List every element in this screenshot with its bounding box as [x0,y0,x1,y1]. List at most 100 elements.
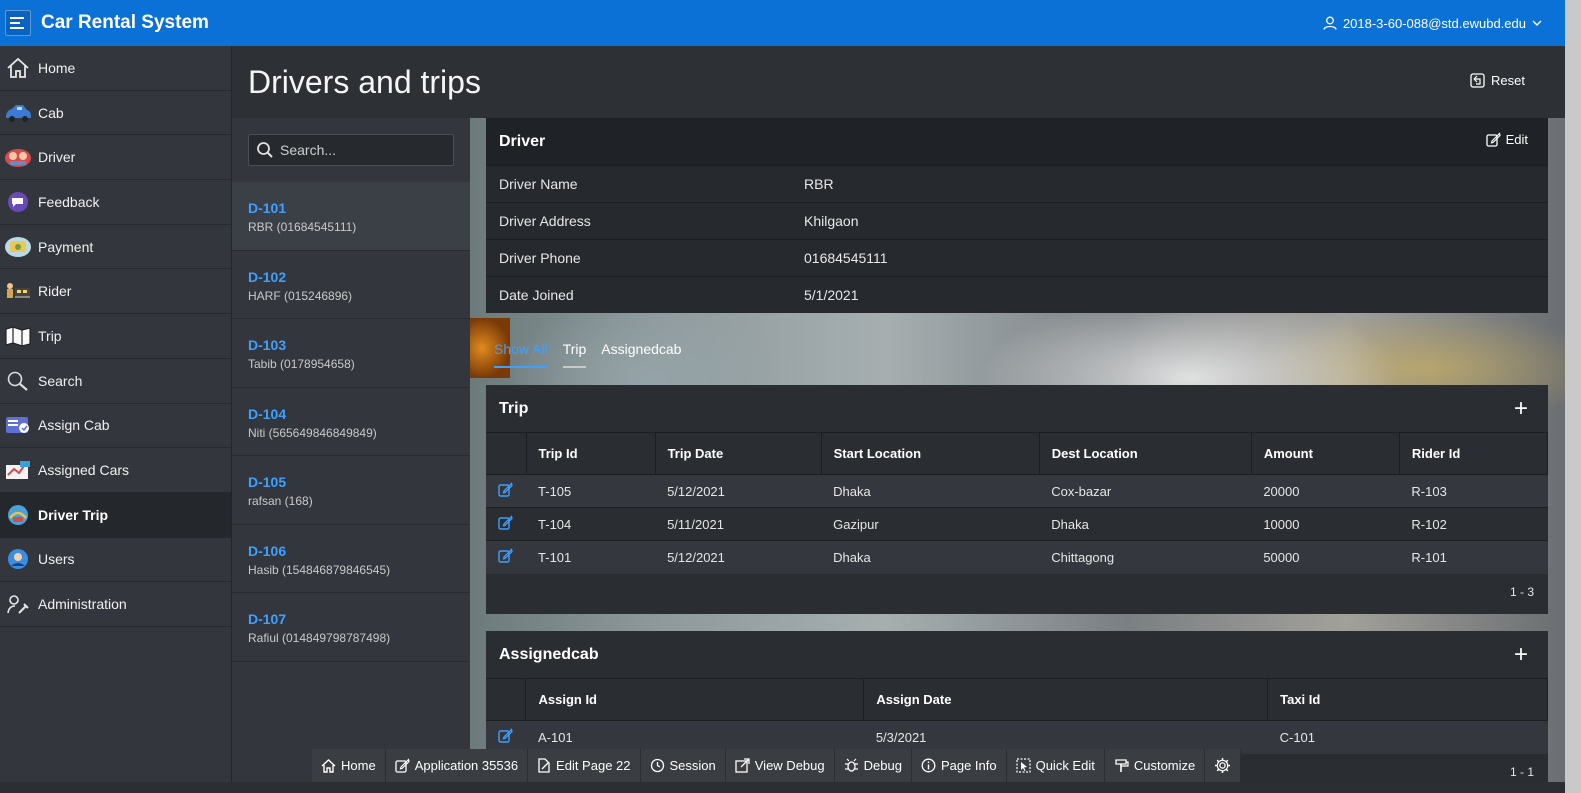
devbar-item-customize[interactable]: Customize [1105,749,1206,782]
reset-button[interactable]: Reset [1470,73,1525,88]
devbar-item-quick-edit[interactable]: Quick Edit [1007,749,1105,782]
driver-list-item[interactable]: D-105 rafsan (168) [232,456,470,525]
sidebar-item-assign-cab[interactable]: Assign Cab [0,404,231,449]
devbar-settings-button[interactable] [1205,749,1242,782]
users-icon [3,546,33,572]
driver-code[interactable]: D-102 [248,269,470,285]
devbar-item-label: Session [669,758,716,773]
search-field[interactable] [248,134,454,166]
search-input[interactable] [280,142,450,158]
devbar-item-label: Home [341,758,376,773]
sidebar-item-users[interactable]: Users [0,538,231,583]
sidebar-item-assigned-cars[interactable]: Assigned Cars [0,448,231,493]
table-cell: T-105 [526,474,656,508]
column-header[interactable]: Rider Id [1399,432,1549,475]
driver-list-item[interactable]: D-103 Tabib (0178954658) [232,319,470,388]
driver-code[interactable]: D-107 [248,611,470,627]
tab-assignedcab[interactable]: Assignedcab [601,336,681,368]
devbar-item-page-info[interactable]: Page Info [912,749,1007,782]
column-header[interactable]: Start Location [821,432,1040,475]
devbar-item-label: View Debug [754,758,825,773]
column-header[interactable]: Taxi Id [1267,678,1548,721]
driver-summary: Niti (565649846849849) [248,425,377,440]
devbar-item-debug[interactable]: Debug [835,749,912,782]
driver-edit-button[interactable]: Edit [1485,132,1528,147]
column-header[interactable]: Trip Date [655,432,822,475]
table-cell: R-103 [1399,474,1548,508]
column-header[interactable]: Trip Id [526,432,656,475]
sidebar-item-feedback[interactable]: Feedback [0,180,231,225]
assigned-cars-icon [3,457,33,483]
devbar-item-home[interactable]: Home [312,749,386,782]
sidebar-item-search[interactable]: Search [0,359,231,404]
devbar-item-view-debug[interactable]: View Debug [726,749,835,782]
hamburger-menu-button[interactable] [5,10,31,36]
devbar-item-application-35536[interactable]: Application 35536 [386,749,529,782]
developer-toolbar: Home Application 35536 Edit Page 22 Session… [312,749,1242,782]
tab-show-all[interactable]: Show All [494,336,548,368]
driver-code[interactable]: D-106 [248,543,470,559]
sidebar-item-payment[interactable]: Payment [0,225,231,270]
devbar-item-label: Edit Page 22 [556,758,631,773]
driver-list-item[interactable]: D-102 HARF (015246896) [232,251,470,319]
table-cell: Cox-bazar [1039,474,1252,508]
table-cell: Dhaka [821,540,1040,574]
field-value: RBR [804,176,834,192]
tab-trip[interactable]: Trip [562,336,587,368]
driver-code[interactable]: D-104 [248,406,470,422]
cab-icon [3,100,33,126]
assignedcab-region-header: Assignedcab + [486,631,1548,678]
table-row: T-105 5/12/2021 Dhaka Cox-bazar 20000 R-103 [486,474,1548,508]
devbar-item-edit-page-22[interactable]: Edit Page 22 [528,749,641,782]
sidebar-item-rider[interactable]: Rider [0,269,231,315]
sidebar-item-driver[interactable]: Driver [0,135,231,181]
devbar-item-label: Page Info [940,758,997,773]
bottom-strip [0,782,1565,793]
driver-detail-card: Driver Edit Driver Name RBR Driver Address… [486,118,1548,313]
column-header[interactable]: Assign Id [525,678,865,721]
trip-region-title: Trip [499,399,529,417]
sidebar-item-home[interactable]: Home [0,46,231,91]
driver-code[interactable]: D-101 [248,200,470,216]
user-menu[interactable]: 2018-3-60-088@std.ewubd.edu [1323,0,1542,46]
driver-list-item[interactable]: D-106 Hasib (154846879846545) [232,525,470,593]
driver-code[interactable]: D-103 [248,337,470,353]
home-icon [3,55,33,81]
table-cell: 5/11/2021 [655,507,822,541]
driver-field-row: Date Joined 5/1/2021 [486,276,1548,313]
sidebar-item-driver-trip[interactable]: Driver Trip [0,492,231,538]
driver-list-item[interactable]: D-101 RBR (01684545111) [232,182,470,251]
field-label: Driver Phone [499,250,581,266]
dev-home-icon [321,758,336,773]
sidebar-item-trip[interactable]: Trip [0,314,231,359]
field-label: Driver Address [499,213,591,229]
column-header[interactable]: Amount [1251,432,1400,475]
edit-column-header [486,432,527,475]
customize-icon [1114,758,1129,773]
driver-list-item[interactable]: D-107 Rafiul (014849798787498) [232,593,470,662]
driver-code[interactable]: D-105 [248,474,470,490]
view-debug-icon [735,758,750,773]
application-icon [395,758,410,773]
table-cell: R-101 [1399,540,1548,574]
assignedcab-table: Assign Id Assign Date Taxi Id A-101 5/3/202… [486,678,1548,754]
sidebar-item-administration[interactable]: Administration [0,582,231,627]
feedback-icon [3,189,33,215]
row-edit-button[interactable] [486,540,527,574]
add-assignedcab-button[interactable]: + [1514,641,1528,669]
driver-icon [3,144,33,170]
add-trip-button[interactable]: + [1514,395,1528,423]
field-label: Driver Name [499,176,578,192]
column-header[interactable]: Assign Date [863,678,1269,721]
sidebar-item-label: Rider [38,283,72,300]
column-header[interactable]: Dest Location [1039,432,1252,475]
row-edit-button[interactable] [486,474,527,508]
row-edit-button[interactable] [486,507,527,541]
sidebar-item-cab[interactable]: Cab [0,91,231,136]
driver-list: D-101 RBR (01684545111) D-102 HARF (0152468… [232,182,470,662]
table-cell: 50000 [1251,540,1400,574]
devbar-item-session[interactable]: Session [641,749,726,782]
table-cell: Dhaka [821,474,1040,508]
driver-list-item[interactable]: D-104 Niti (565649846849849) [232,388,470,456]
app-title[interactable]: Car Rental System [41,12,209,34]
